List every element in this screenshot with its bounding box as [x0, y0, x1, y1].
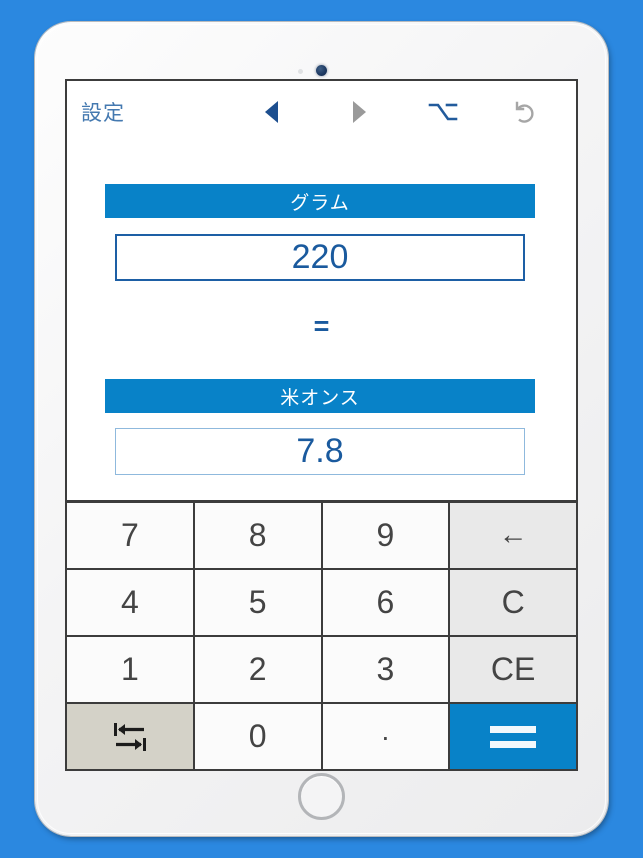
camera-area — [35, 65, 608, 79]
app-screen: 設定 グラム 220 = 米オンス 7.8 7 8 9 ← 4 5 6 C 1 … — [65, 79, 578, 771]
key-3[interactable]: 3 — [322, 637, 449, 702]
home-button[interactable] — [297, 773, 345, 820]
settings-button[interactable]: 設定 — [81, 97, 125, 127]
key-swap-units[interactable] — [67, 704, 193, 769]
option-key-button[interactable] — [423, 95, 463, 129]
key-decimal[interactable]: . — [322, 704, 449, 769]
from-unit-selector[interactable]: グラム — [105, 184, 535, 218]
key-clear-entry[interactable]: CE — [450, 637, 576, 702]
conversion-panel: グラム 220 = 米オンス 7.8 — [67, 143, 576, 500]
key-4[interactable]: 4 — [67, 570, 193, 635]
undo-icon — [515, 101, 534, 123]
key-7[interactable]: 7 — [67, 503, 193, 568]
key-2[interactable]: 2 — [194, 637, 321, 702]
app-toolbar: 設定 — [67, 81, 576, 143]
next-arrow-icon — [352, 101, 366, 123]
prev-arrow-icon — [264, 101, 278, 123]
undo-button[interactable] — [504, 95, 544, 129]
prev-arrow-button[interactable] — [251, 95, 291, 129]
swap-units-icon — [113, 722, 146, 751]
key-5[interactable]: 5 — [194, 570, 321, 635]
front-camera-icon — [315, 65, 327, 76]
key-equals[interactable] — [450, 704, 576, 769]
from-value-input[interactable]: 220 — [115, 234, 525, 281]
tablet-device: 設定 グラム 220 = 米オンス 7.8 7 8 9 ← 4 5 6 C 1 … — [35, 22, 608, 836]
equals-icon — [490, 718, 537, 756]
key-clear[interactable]: C — [450, 570, 576, 635]
to-unit-selector[interactable]: 米オンス — [105, 379, 535, 413]
key-9[interactable]: 9 — [322, 503, 449, 568]
key-0[interactable]: 0 — [194, 704, 321, 769]
to-value-output[interactable]: 7.8 — [115, 428, 525, 475]
hamburger-menu-button[interactable] — [572, 95, 578, 129]
key-backspace[interactable]: ← — [450, 503, 576, 568]
next-arrow-button[interactable] — [339, 95, 379, 129]
key-1[interactable]: 1 — [67, 637, 193, 702]
key-8[interactable]: 8 — [194, 503, 321, 568]
option-key-icon — [428, 103, 458, 121]
hamburger-menu-icon — [577, 100, 578, 125]
numeric-keypad: 7 8 9 ← 4 5 6 C 1 2 3 CE 0 . — [67, 500, 576, 769]
ambient-light-sensor-icon — [297, 69, 303, 74]
key-6[interactable]: 6 — [322, 570, 449, 635]
equals-symbol: = — [313, 311, 330, 341]
